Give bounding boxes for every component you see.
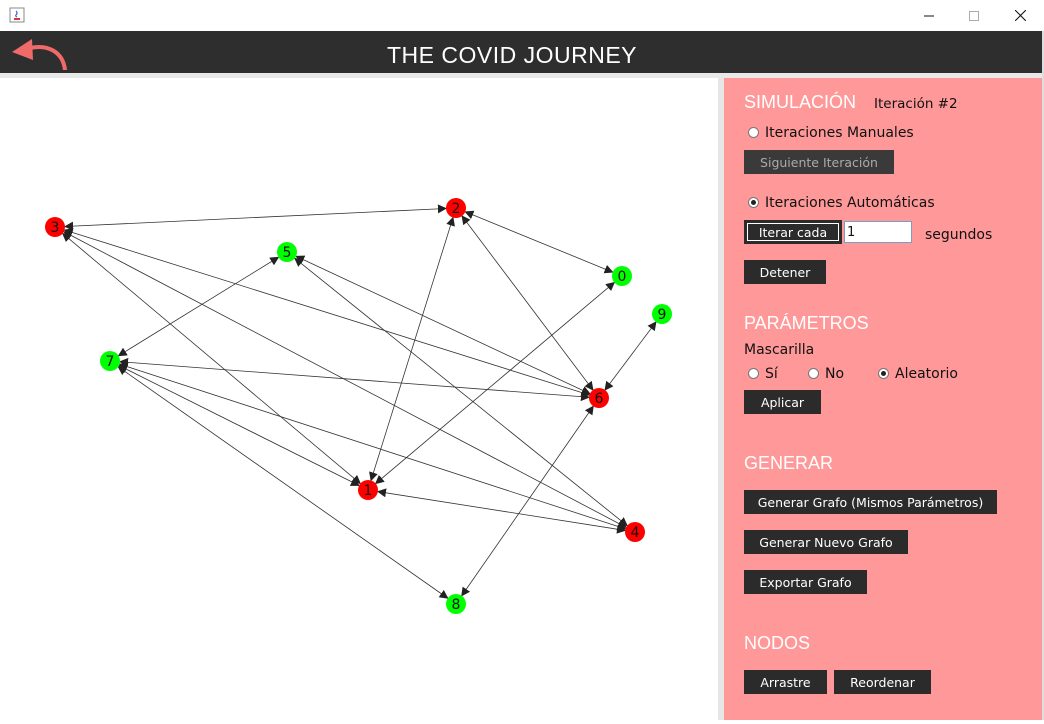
mask-yes-radio[interactable] [748, 368, 759, 379]
graph-node-7[interactable]: 7 [100, 351, 120, 371]
graph-edge-2-0 [464, 210, 614, 274]
graph-node-label: 8 [452, 597, 461, 613]
parameters-title: PARÁMETROS [744, 313, 869, 333]
graph-node-label: 5 [283, 245, 292, 261]
graph-edge-9-6 [604, 321, 657, 391]
java-app-icon [9, 7, 25, 23]
graph-node-label: 1 [364, 483, 373, 499]
graph-node-4[interactable]: 4 [625, 522, 645, 542]
generate-same-params-button[interactable]: Generar Grafo (Mismos Parámetros) [744, 490, 997, 514]
graph-edge-3-4 [63, 231, 627, 528]
graph-edge-7-1 [118, 365, 360, 486]
graph-node-label: 7 [106, 354, 115, 370]
manual-iterations-label: Iteraciones Manuales [765, 125, 914, 141]
simulation-title: SIMULACIÓN [744, 92, 857, 112]
graph-edge-2-6 [461, 215, 594, 391]
generate-new-graph-button[interactable]: Generar Nuevo Grafo [744, 530, 908, 554]
graph-node-label: 4 [631, 525, 640, 541]
mask-random-radio[interactable] [878, 368, 889, 379]
iteration-counter: Iteración #2 [874, 96, 958, 112]
graph-edge-3-2 [64, 204, 447, 231]
nodes-title: NODOS [744, 633, 811, 653]
graph-node-2[interactable]: 2 [446, 198, 466, 218]
export-graph-button[interactable]: Exportar Grafo [744, 570, 867, 594]
mask-no-label: No [825, 366, 845, 382]
graph-edge-4-1 [376, 488, 627, 534]
graph-edge-5-6 [295, 255, 591, 395]
auto-iterations-label: Iteraciones Automáticas [765, 195, 935, 211]
graph-node-label: 3 [51, 220, 60, 236]
reorder-button[interactable]: Reordenar [834, 670, 931, 694]
graph-node-label: 9 [658, 307, 667, 323]
mask-label: Mascarilla [744, 342, 815, 358]
graph-node-3[interactable]: 3 [45, 217, 65, 237]
mask-yes-label: Sí [765, 366, 778, 382]
graph-node-6[interactable]: 6 [589, 388, 609, 408]
window-titlebar [0, 0, 1044, 32]
auto-iterations-radio[interactable] [748, 197, 759, 208]
minimize-icon[interactable] [906, 0, 952, 31]
graph-node-9[interactable]: 9 [652, 304, 672, 324]
graph-edge-0-1 [374, 281, 616, 485]
drag-button[interactable]: Arrastre [744, 670, 827, 694]
graph-edge-6-8 [461, 405, 594, 597]
apply-button[interactable]: Aplicar [744, 390, 821, 414]
graph-edge-2-1 [369, 216, 455, 482]
iterate-every-button[interactable]: Iterar cada [744, 220, 842, 244]
graph-node-5[interactable]: 5 [277, 242, 297, 262]
graph-node-0[interactable]: 0 [612, 266, 632, 286]
graph-canvas[interactable]: 0 1 2 3 4 5 6 7 8 9 [0, 78, 718, 720]
graph-node-1[interactable]: 1 [358, 480, 378, 500]
graph-svg: 0 1 2 3 4 5 6 7 8 9 [45, 198, 672, 614]
stop-button[interactable]: Detener [744, 260, 826, 284]
maximize-icon[interactable] [951, 0, 997, 31]
interval-input[interactable] [844, 221, 912, 243]
app-header: THE COVID JOURNEY [0, 31, 1044, 73]
graph-node-label: 6 [595, 391, 604, 407]
graph-edge-7-6 [119, 357, 590, 402]
graph-node-label: 2 [452, 201, 461, 217]
next-iteration-button[interactable]: Siguiente Iteración [744, 150, 894, 174]
generate-title: GENERAR [744, 453, 834, 473]
seconds-label: segundos [925, 227, 993, 243]
mask-random-label: Aleatorio [895, 366, 958, 382]
app-title: THE COVID JOURNEY [386, 42, 638, 68]
close-icon[interactable] [997, 0, 1043, 31]
graph-edge-7-8 [117, 366, 449, 599]
graph-edge-7-4 [118, 362, 627, 531]
manual-iterations-radio[interactable] [748, 127, 759, 138]
graph-node-label: 0 [618, 269, 627, 285]
graph-node-8[interactable]: 8 [446, 594, 466, 614]
mask-no-radio[interactable] [808, 368, 819, 379]
graph-edge-5-4 [294, 257, 628, 527]
